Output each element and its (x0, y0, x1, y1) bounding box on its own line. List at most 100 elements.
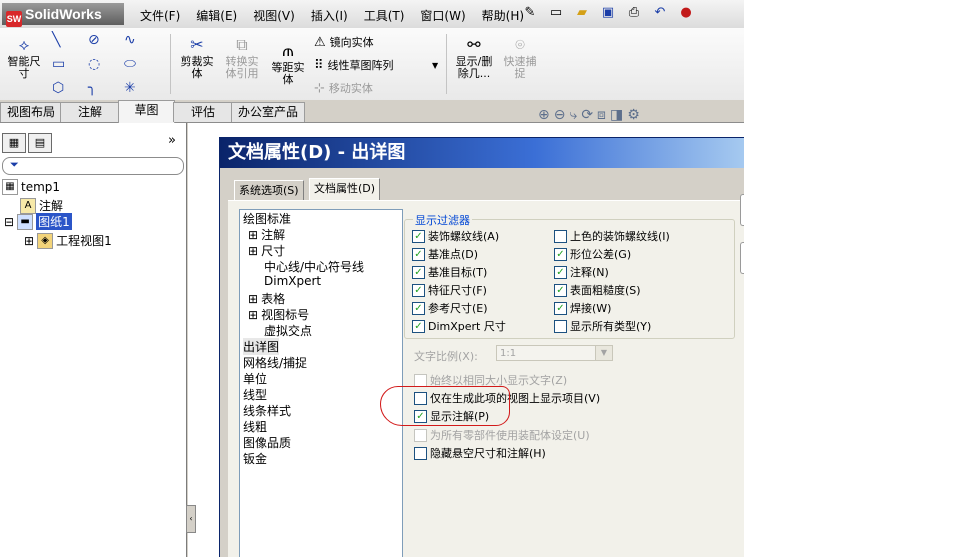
checkbox-display-all-types[interactable]: 显示所有类型(Y) (554, 318, 651, 334)
fillet-icon[interactable]: ╮ (88, 80, 96, 96)
tab-document-properties[interactable]: 文档属性(D) (309, 178, 381, 201)
pin-icon[interactable]: ✎ (520, 4, 540, 22)
expand-icon[interactable]: ⊞ (24, 234, 34, 248)
spline-icon[interactable]: ∿ (124, 32, 136, 48)
feature-manager-tab-icon[interactable]: ▦ (2, 133, 26, 153)
text-scale-select[interactable]: 1:1 ▼ (496, 345, 613, 361)
checkbox-cosmetic-threads[interactable]: ✓ 装饰螺纹线(A) (412, 228, 499, 244)
menu-file[interactable]: 文件(F) (132, 7, 188, 24)
category-dimxpert[interactable]: DimXpert (264, 274, 321, 288)
solidworks-logo[interactable]: SW SolidWorks (2, 3, 124, 27)
tab-view-layout[interactable]: 视图布局 (0, 102, 62, 122)
category-detailing[interactable]: 出详图 (243, 338, 280, 355)
expand-icon[interactable]: ⊞ (248, 292, 258, 306)
circle-icon[interactable]: ⊘ (88, 32, 100, 48)
category-centerlines[interactable]: 中心线/中心符号线 (264, 258, 364, 275)
move-entities-button[interactable]: ⊹ 移动实体 (314, 80, 373, 96)
tab-office-products[interactable]: 办公室产品 (231, 102, 305, 122)
rotate-view-icon[interactable]: ⟳ (581, 107, 593, 123)
checkbox-use-assembly-setting[interactable]: 为所有零部件使用装配体设定(U) (414, 427, 590, 443)
checkbox-reference-dimensions[interactable]: ✓ 参考尺寸(E) (412, 300, 488, 316)
new-doc-icon[interactable]: ▭ (546, 4, 566, 22)
checkbox-welds[interactable]: ✓ 焊接(W) (554, 300, 611, 316)
tree-node-sheet1[interactable]: ⊟ ▬ 图纸1 (4, 213, 72, 230)
checkbox-datums[interactable]: ✓ 基准点(D) (412, 246, 478, 262)
convert-entities-button[interactable]: ⧉ 转换实体引用 (222, 36, 262, 80)
checkbox-label: 焊接(W) (570, 302, 612, 315)
menu-insert[interactable]: 插入(I) (303, 7, 356, 24)
view-orientation-icon[interactable]: ◨ (610, 107, 623, 123)
menu-window[interactable]: 窗口(W) (412, 7, 473, 24)
expand-panel-icon[interactable]: » (168, 133, 176, 148)
tab-evaluate[interactable]: 评估 (173, 102, 233, 122)
checkbox-surface-finish[interactable]: ✓ 表面粗糙度(S) (554, 282, 641, 298)
mirror-entities-button[interactable]: ⚠ 镜向实体 (314, 34, 374, 50)
category-line-thickness[interactable]: 线粗 (243, 418, 267, 435)
tab-sketch[interactable]: 草图 (118, 100, 175, 123)
view-settings-icon[interactable]: ⚙ (627, 107, 640, 123)
linear-pattern-button[interactable]: ⠿ 线性草图阵列 (314, 57, 394, 73)
category-image-quality[interactable]: 图像品质 (243, 434, 291, 451)
menu-tools[interactable]: 工具(T) (356, 7, 413, 24)
checkbox-shaded-cosmetic-threads[interactable]: 上色的装饰螺纹线(I) (554, 228, 670, 244)
category-label: 注解 (261, 228, 286, 242)
linear-pattern-icon: ⠿ (314, 57, 324, 73)
expand-icon[interactable]: ⊞ (248, 228, 258, 242)
collapse-icon[interactable]: ⊟ (4, 215, 14, 229)
category-sheet-metal[interactable]: 钣金 (243, 450, 267, 467)
zoom-to-fit-icon[interactable]: ⊕ (538, 107, 550, 123)
quick-snap-button[interactable]: ⌾ 快速捕捉 (500, 36, 540, 80)
expand-icon[interactable]: ⊞ (248, 308, 258, 322)
smart-dimension-button[interactable]: ⟡ 智能尺寸 (4, 36, 44, 80)
ellipse-icon[interactable]: ⬭ (124, 56, 136, 72)
expand-icon[interactable]: ⊞ (248, 244, 258, 258)
arc-icon[interactable]: ◌ (88, 56, 100, 72)
property-manager-tab-icon[interactable]: ▤ (28, 133, 52, 153)
print-icon[interactable]: ⎙ (624, 4, 644, 22)
linear-pattern-dropdown-icon[interactable]: ▼ (432, 61, 438, 70)
save-icon[interactable]: ▣ (598, 4, 618, 22)
point-icon[interactable]: ✳ (124, 80, 136, 96)
polygon-icon[interactable]: ⬡ (52, 80, 64, 96)
display-delete-relations-button[interactable]: ⚯ 显示/删除几... (452, 36, 496, 80)
open-icon[interactable]: ▰ (572, 4, 592, 22)
checkbox-hide-dangling[interactable]: 隐藏悬空尺寸和注解(H) (414, 445, 546, 461)
category-tables[interactable]: ⊞ 表格 (248, 290, 285, 307)
category-line-style[interactable]: 线条样式 (243, 402, 291, 419)
section-view-icon[interactable]: ⧈ (597, 107, 606, 123)
tab-annotation[interactable]: 注解 (60, 102, 120, 122)
tree-node-annotations[interactable]: A 注解 (20, 197, 63, 214)
category-virtual-sharps[interactable]: 虚拟交点 (264, 322, 312, 339)
category-drafting-standard[interactable]: 绘图标准 (243, 210, 291, 227)
checkbox-datum-targets[interactable]: ✓ 基准目标(T) (412, 264, 487, 280)
category-line-font[interactable]: 线型 (243, 386, 267, 403)
undo-icon[interactable]: ↶ (650, 4, 670, 22)
checkbox-notes[interactable]: ✓ 注释(N) (554, 264, 609, 280)
dialog-button-edge[interactable] (740, 242, 744, 274)
offset-entities-button[interactable]: ⫙ 等距实体 (268, 42, 308, 86)
rectangle-icon[interactable]: ▭ (52, 56, 65, 72)
category-dimensions[interactable]: ⊞ 尺寸 (248, 242, 285, 259)
category-annotations[interactable]: ⊞ 注解 (248, 226, 285, 243)
line-icon[interactable]: ╲ (52, 32, 60, 48)
menu-edit[interactable]: 编辑(E) (188, 7, 245, 24)
checkbox-dimxpert-dimensions[interactable]: ✓ DimXpert 尺寸 (412, 318, 506, 334)
checkbox-geometric-tolerances[interactable]: ✓ 形位公差(G) (554, 246, 631, 262)
category-view-labels[interactable]: ⊞ 视图标号 (248, 306, 309, 323)
checkbox-box (414, 373, 427, 387)
trim-button[interactable]: ✂ 剪裁实体 (176, 36, 218, 80)
panel-splitter-handle[interactable]: ‹ (186, 505, 196, 533)
traffic-light-icon[interactable]: ● (676, 4, 696, 22)
checkbox-feature-dimensions[interactable]: ✓ 特征尺寸(F) (412, 282, 487, 298)
tree-node-temp1[interactable]: ▦ temp1 (2, 179, 60, 195)
dialog-button-edge[interactable] (740, 194, 744, 226)
tree-filter-input[interactable]: ⏷ (2, 157, 184, 175)
checkbox-label: 特征尺寸(F) (428, 284, 487, 297)
tab-system-options[interactable]: 系统选项(S) (234, 180, 304, 200)
category-grid-snap[interactable]: 网格线/捕捉 (243, 354, 307, 371)
tree-node-drawing-view1[interactable]: ⊞ ◈ 工程视图1 (24, 232, 112, 249)
previous-view-icon[interactable]: ⤷ (569, 107, 577, 123)
menu-view[interactable]: 视图(V) (245, 7, 303, 24)
zoom-area-icon[interactable]: ⊖ (554, 107, 566, 123)
category-units[interactable]: 单位 (243, 370, 267, 387)
